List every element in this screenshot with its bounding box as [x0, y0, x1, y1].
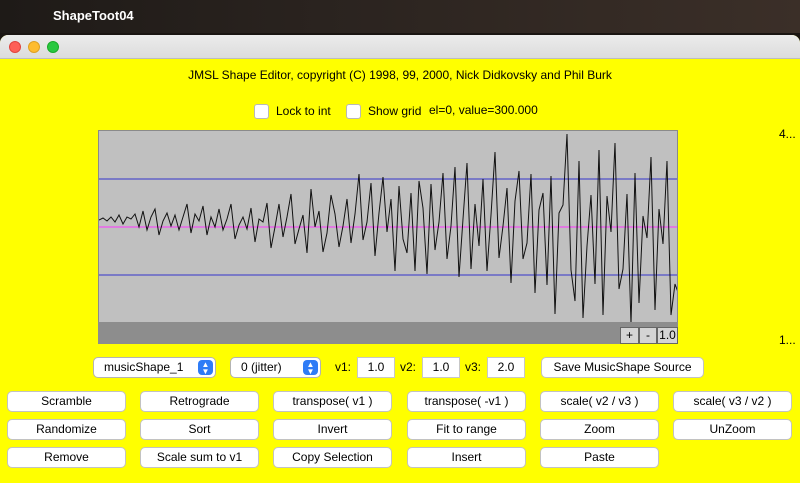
zoom-in-button[interactable]: + — [620, 327, 639, 344]
waveform-line — [99, 133, 677, 325]
minimize-window-button[interactable] — [28, 41, 40, 53]
randomize-button[interactable]: Randomize — [7, 419, 126, 440]
range-min-label: 1... — [779, 333, 796, 347]
zoom-button[interactable]: Zoom — [540, 419, 659, 440]
range-max-label: 4... — [779, 127, 796, 141]
zoom-level: 1.0 — [657, 327, 678, 344]
scramble-button[interactable]: Scramble — [7, 391, 126, 412]
v2-field[interactable]: 1.0 — [422, 357, 460, 378]
lock-to-int-label: Lock to int — [276, 104, 331, 118]
jitter-select[interactable]: 0 (jitter) ▲ ▼ — [230, 357, 321, 378]
lock-to-int-box[interactable] — [254, 103, 269, 119]
show-grid-checkbox[interactable]: Show grid — [346, 102, 421, 120]
copy-selection-button[interactable]: Copy Selection — [273, 447, 392, 468]
music-shape-select-value: musicShape_1 — [104, 360, 184, 374]
scale-v3-v2-button[interactable]: scale( v3 / v2 ) — [673, 391, 792, 412]
v1-field[interactable]: 1.0 — [357, 357, 395, 378]
invert-button[interactable]: Invert — [273, 419, 392, 440]
app-name-menu[interactable]: ShapeToot04 — [53, 8, 134, 23]
waveform-svg — [99, 133, 677, 325]
transpose-v1-button[interactable]: transpose( v1 ) — [273, 391, 392, 412]
v3-field[interactable]: 2.0 — [487, 357, 525, 378]
unzoom-button[interactable]: UnZoom — [673, 419, 792, 440]
copyright-label: JMSL Shape Editor, copyright (C) 1998, 9… — [188, 68, 612, 82]
close-window-button[interactable] — [9, 41, 21, 53]
show-grid-box[interactable] — [346, 103, 361, 119]
lock-to-int-checkbox[interactable]: Lock to int — [254, 102, 331, 120]
insert-button[interactable]: Insert — [407, 447, 526, 468]
remove-button[interactable]: Remove — [7, 447, 126, 468]
v1-label: v1: — [335, 360, 352, 374]
retrograde-button[interactable]: Retrograde — [140, 391, 259, 412]
scale-sum-to-v1-button[interactable]: Scale sum to v1 — [140, 447, 259, 468]
music-shape-select[interactable]: musicShape_1 ▲ ▼ — [93, 357, 216, 378]
sort-button[interactable]: Sort — [140, 419, 259, 440]
paste-button[interactable]: Paste — [540, 447, 659, 468]
jitter-select-value: 0 (jitter) — [241, 360, 282, 374]
zoom-out-button[interactable]: - — [639, 327, 657, 344]
show-grid-label: Show grid — [368, 104, 422, 118]
menu-bar: ShapeToot04 — [0, 0, 800, 33]
scale-v2-v3-button[interactable]: scale( v2 / v3 ) — [540, 391, 659, 412]
graph-scrollbar[interactable] — [98, 322, 678, 344]
shape-editor-window: JMSL Shape Editor, copyright (C) 1998, 9… — [0, 35, 800, 483]
shape-graph-canvas[interactable] — [98, 130, 678, 344]
window-titlebar — [0, 35, 800, 59]
v3-label: v3: — [465, 360, 482, 374]
status-readout: el=0, value=300.000 — [429, 103, 538, 117]
fit-to-range-button[interactable]: Fit to range — [407, 419, 526, 440]
updown-chevron-icon: ▲ ▼ — [303, 360, 318, 376]
v2-label: v2: — [400, 360, 417, 374]
updown-chevron-icon: ▲ ▼ — [198, 360, 213, 376]
save-musicshape-source-button[interactable]: Save MusicShape Source — [541, 357, 704, 378]
maximize-window-button[interactable] — [47, 41, 59, 53]
transpose-neg-v1-button[interactable]: transpose( -v1 ) — [407, 391, 526, 412]
